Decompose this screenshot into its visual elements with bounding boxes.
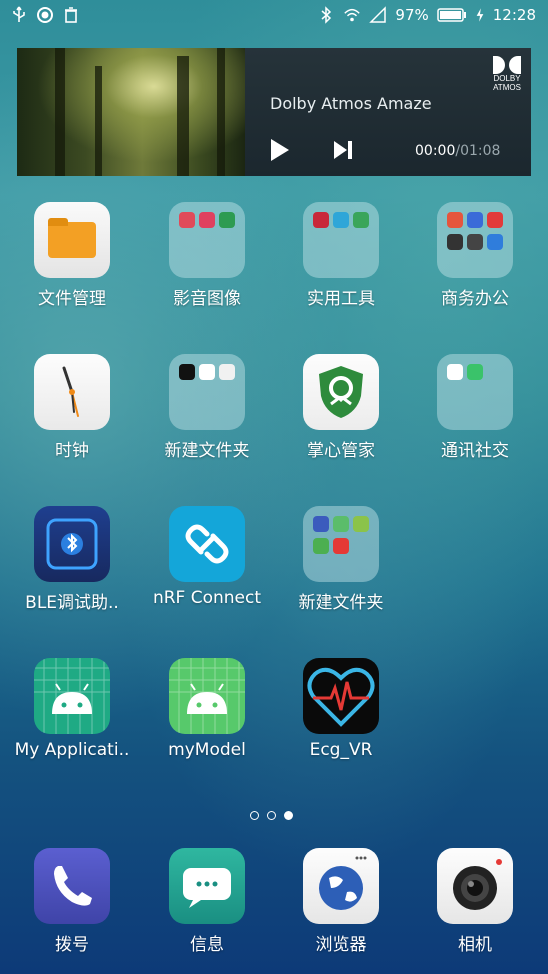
app-label: 掌心管家 (307, 441, 375, 461)
app-label: 文件管理 (38, 289, 106, 309)
track-title: Dolby Atmos Amaze (270, 94, 432, 113)
music-widget[interactable]: Dolby Atmos Amaze 00:00/01:08 DOLBY ATMO… (17, 48, 531, 176)
app-label: 通讯社交 (441, 441, 509, 461)
folder-business[interactable]: 商务办公 (410, 202, 540, 309)
app-ble-debug[interactable]: BLE调试助.. (7, 506, 137, 613)
folder-icon (34, 202, 110, 278)
page-indicator[interactable] (250, 811, 293, 820)
app-label: 商务办公 (441, 289, 509, 309)
app-ecg-vr[interactable]: Ecg_VR (276, 658, 406, 760)
app-label: nRF Connect (152, 588, 262, 608)
folder-icon (303, 202, 379, 278)
phone-icon (34, 848, 110, 924)
app-label: 影音图像 (173, 289, 241, 309)
status-bar: 97% 12:28 (0, 0, 548, 32)
signal-icon (369, 6, 387, 23)
play-button[interactable] (271, 139, 289, 161)
charging-icon (476, 8, 484, 22)
link-icon (169, 506, 245, 582)
page-dot[interactable] (250, 811, 259, 820)
app-label: BLE调试助.. (25, 593, 119, 613)
dolby-logo: DOLBY ATMOS (491, 56, 523, 92)
dock-app-browser[interactable]: 浏览器 (276, 848, 406, 955)
dock-app-messages[interactable]: 信息 (142, 848, 272, 955)
folder-icon (437, 354, 513, 430)
clock-time: 12:28 (492, 6, 536, 24)
app-label: 实用工具 (307, 289, 375, 309)
folder-media[interactable]: 影音图像 (142, 202, 272, 309)
folder-icon (169, 202, 245, 278)
app-label: 新建文件夹 (298, 593, 384, 613)
heart-pulse-icon (303, 658, 379, 734)
clock-icon (34, 354, 110, 430)
android-icon (34, 658, 110, 734)
wifi-icon (344, 8, 361, 22)
app-clock[interactable]: 时钟 (7, 354, 137, 461)
playback-time: 00:00/01:08 (415, 143, 500, 159)
app-nrf-connect[interactable]: nRF Connect (142, 506, 272, 608)
folder-social[interactable]: 通讯社交 (410, 354, 540, 461)
bluetooth-icon (34, 506, 110, 582)
globe-icon (303, 848, 379, 924)
app-mymodel[interactable]: myModel (142, 658, 272, 760)
dock-app-camera[interactable]: 相机 (410, 848, 540, 955)
next-track-button[interactable] (333, 140, 353, 160)
shield-icon (303, 354, 379, 430)
app-label: 相机 (458, 935, 492, 955)
folder-icon (303, 506, 379, 582)
dock-app-dialer[interactable]: 拨号 (7, 848, 137, 955)
app-label: 时钟 (55, 441, 89, 461)
usb-icon (13, 6, 25, 22)
app-label: 信息 (190, 935, 224, 955)
folder-icon (169, 354, 245, 430)
folder-new-1[interactable]: 新建文件夹 (142, 354, 272, 461)
camera-icon (437, 848, 513, 924)
trash-icon (65, 7, 77, 23)
album-art (17, 48, 245, 176)
android-icon (169, 658, 245, 734)
folder-new-2[interactable]: 新建文件夹 (276, 506, 406, 613)
player-panel: Dolby Atmos Amaze 00:00/01:08 DOLBY ATMO… (245, 48, 531, 176)
app-file-manager[interactable]: 文件管理 (7, 202, 137, 309)
chat-icon (169, 848, 245, 924)
sync-icon (37, 7, 53, 23)
total-time: /01:08 (455, 143, 501, 159)
page-dot-active[interactable] (284, 811, 293, 820)
bluetooth-icon (321, 6, 332, 24)
app-label: myModel (168, 740, 246, 760)
page-dot[interactable] (267, 811, 276, 820)
folder-icon (437, 202, 513, 278)
app-label: Ecg_VR (309, 740, 373, 760)
app-palm-manager[interactable]: 掌心管家 (276, 354, 406, 461)
app-label: 拨号 (55, 935, 89, 955)
app-label: My Applicati.. (14, 740, 130, 760)
app-label: 新建文件夹 (164, 441, 250, 461)
elapsed-time: 00:00 (415, 143, 456, 159)
folder-tools[interactable]: 实用工具 (276, 202, 406, 309)
battery-icon (437, 8, 466, 22)
battery-percent: 97% (395, 6, 429, 24)
app-label: 浏览器 (315, 935, 367, 955)
app-my-application[interactable]: My Applicati.. (7, 658, 137, 760)
